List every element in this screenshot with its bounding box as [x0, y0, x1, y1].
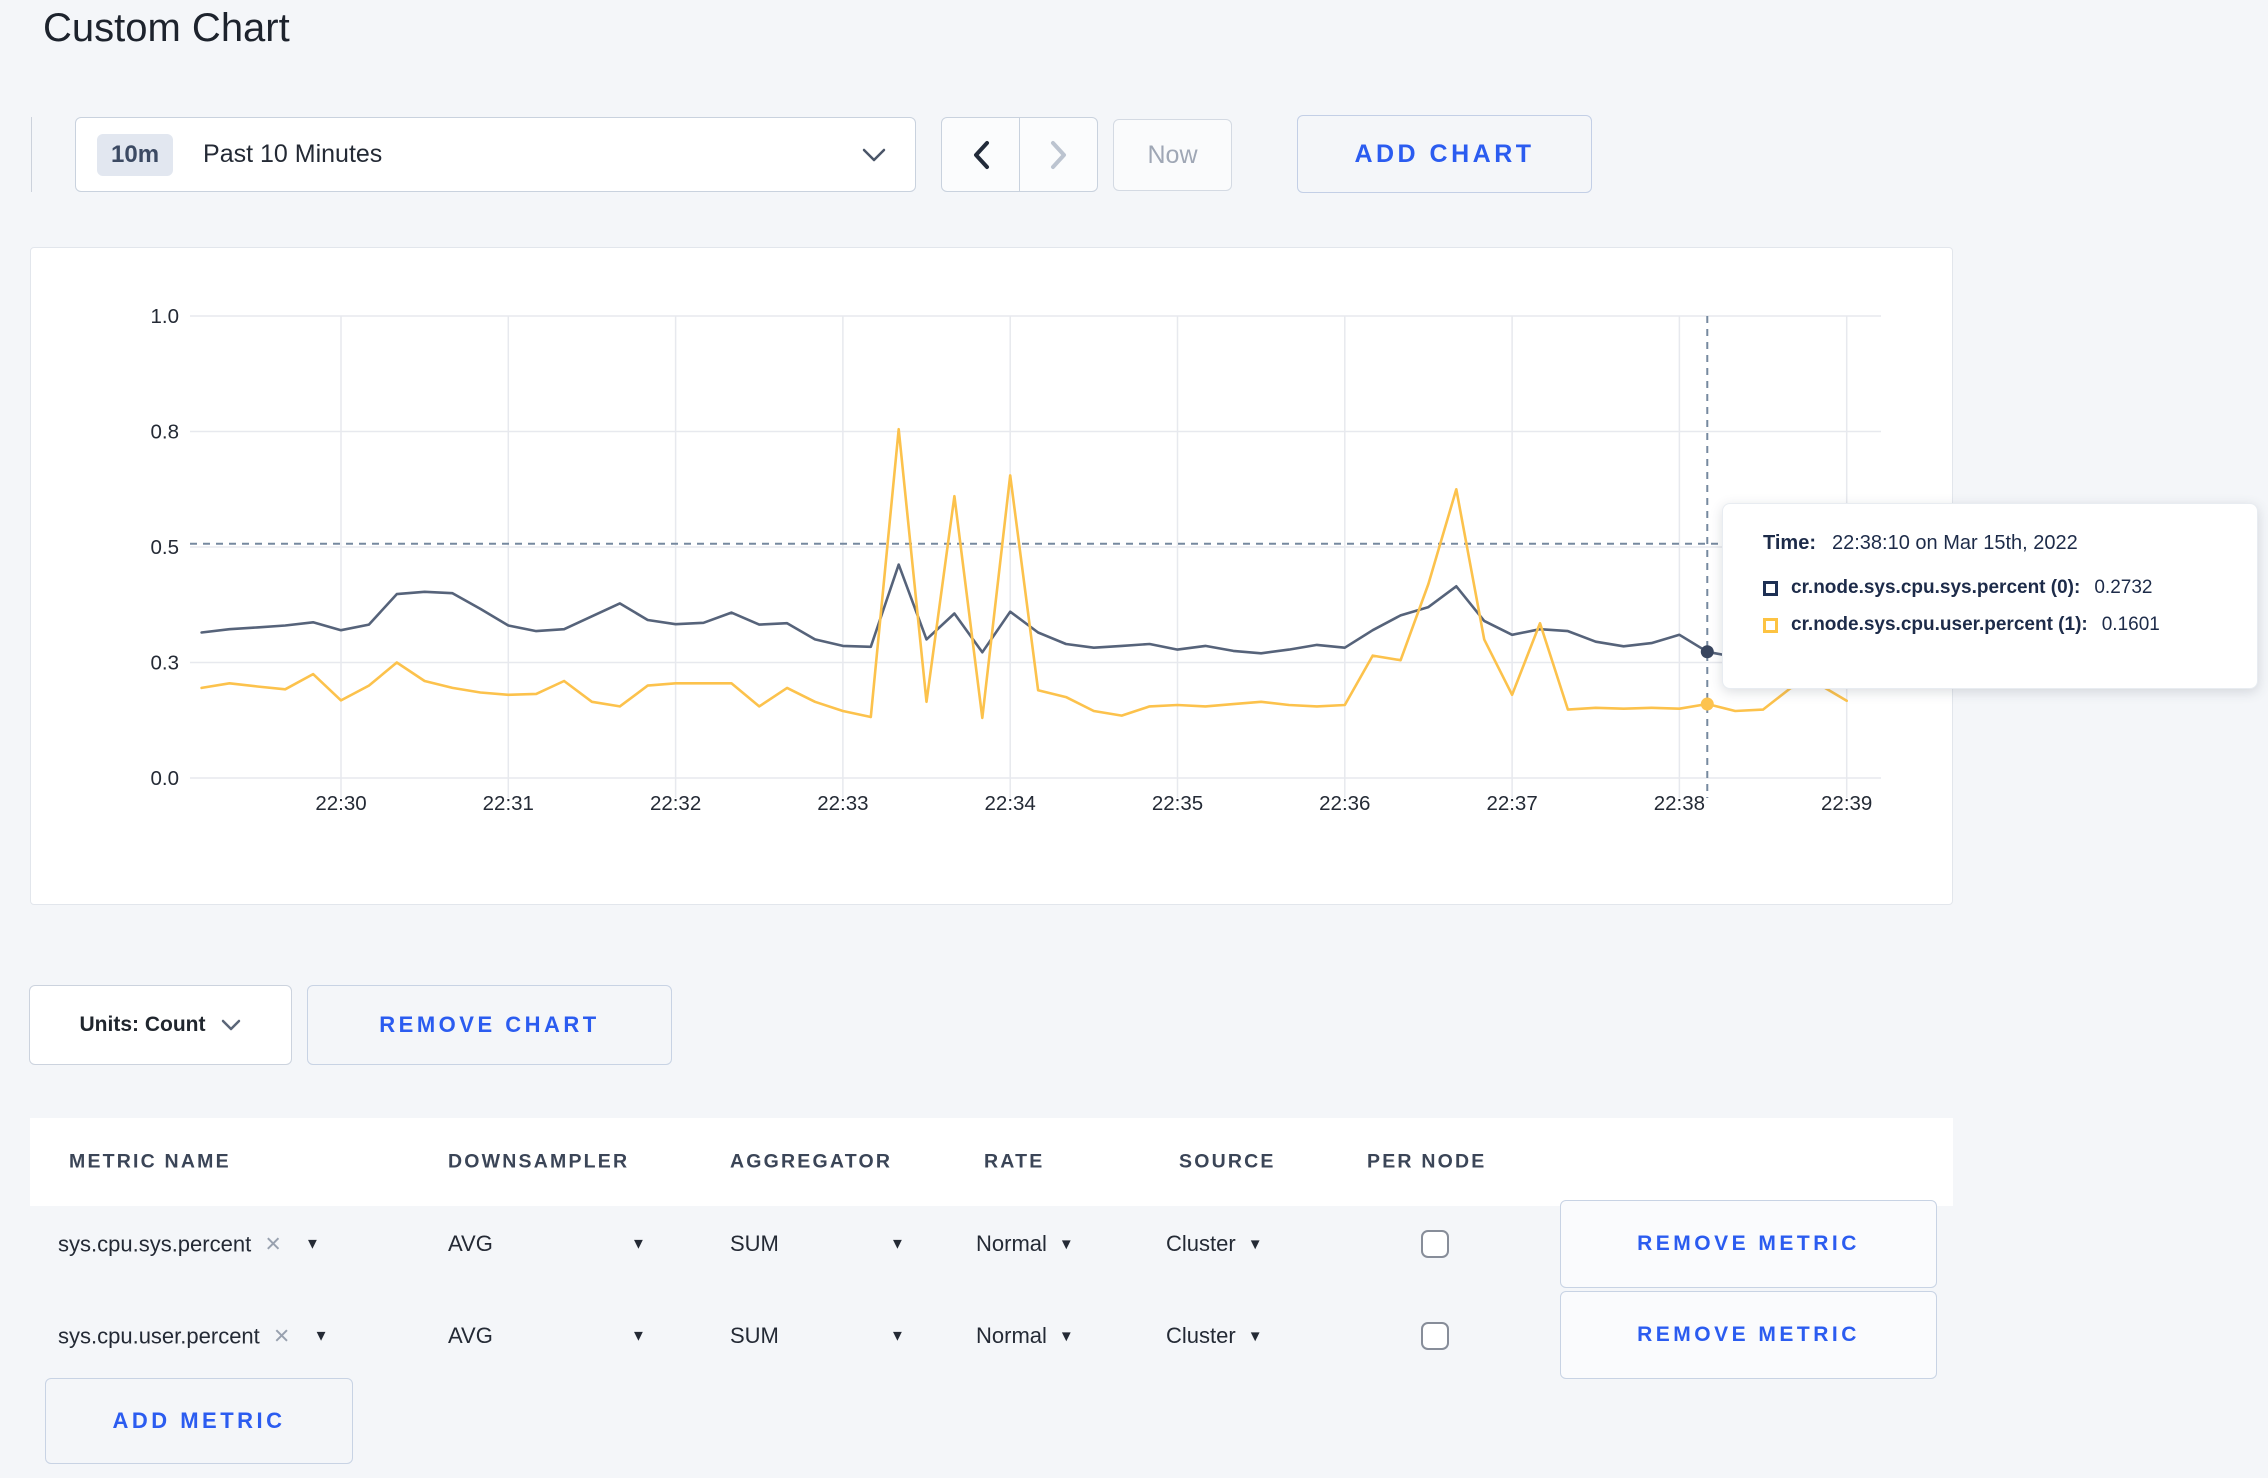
column-header-per-node: PER NODE: [1367, 1150, 1487, 1173]
tooltip-series-name: cr.node.sys.cpu.sys.percent (0):: [1791, 577, 2081, 598]
svg-text:0.0: 0.0: [151, 767, 180, 790]
caret-down-icon: ▼: [1058, 1235, 1074, 1253]
time-range-label: Past 10 Minutes: [203, 140, 383, 168]
svg-text:22:31: 22:31: [483, 792, 534, 815]
column-header-aggregator: AGGREGATOR: [730, 1150, 893, 1173]
series-swatch-user-icon: [1763, 617, 1778, 633]
svg-text:0.8: 0.8: [151, 421, 180, 444]
source-value: Cluster: [1166, 1231, 1236, 1256]
page-title: Custom Chart: [43, 6, 290, 50]
tooltip-time-label: Time:: [1763, 532, 1816, 554]
svg-text:0.3: 0.3: [151, 652, 180, 675]
add-metric-button[interactable]: ADD METRIC: [45, 1378, 353, 1464]
units-select[interactable]: Units: Count: [29, 985, 292, 1065]
svg-text:0.5: 0.5: [151, 536, 180, 559]
svg-text:22:34: 22:34: [985, 792, 1036, 815]
svg-text:22:35: 22:35: [1152, 792, 1203, 815]
metric-name-dropdown[interactable]: sys.cpu.sys.percent × ▼: [58, 1229, 320, 1260]
rate-select[interactable]: Normal ▼: [976, 1231, 1074, 1257]
svg-text:22:33: 22:33: [817, 792, 868, 815]
downsampler-select[interactable]: AVG: [448, 1323, 493, 1349]
chart-card: 22:30 22:31 22:32 22:33 22:34 22:35 22:36 22:37…: [30, 247, 1953, 905]
time-pager: [941, 117, 1098, 192]
series-swatch-sys-icon: [1763, 580, 1778, 596]
chevron-right-icon: [1050, 140, 1066, 169]
tooltip-series-row: cr.node.sys.cpu.sys.percent (0): 0.2732: [1763, 577, 2257, 599]
metric-name-value: sys.cpu.sys.percent: [58, 1231, 252, 1256]
chevron-down-icon: [222, 1019, 241, 1030]
column-header-source: SOURCE: [1179, 1150, 1276, 1173]
remove-metric-button[interactable]: REMOVE METRIC: [1560, 1291, 1937, 1379]
add-chart-button[interactable]: ADD CHART: [1297, 115, 1592, 193]
caret-down-icon[interactable]: ▼: [314, 1328, 329, 1345]
rate-value: Normal: [976, 1323, 1047, 1348]
remove-chart-button[interactable]: REMOVE CHART: [307, 985, 672, 1065]
tooltip-series-name: cr.node.sys.cpu.user.percent (1):: [1791, 614, 2088, 635]
rate-select[interactable]: Normal ▼: [976, 1323, 1074, 1349]
metric-name-dropdown[interactable]: sys.cpu.user.percent × ▼: [58, 1321, 328, 1352]
per-node-checkbox[interactable]: [1421, 1322, 1449, 1350]
chevron-down-icon: [862, 148, 886, 161]
downsampler-select[interactable]: AVG: [448, 1231, 493, 1257]
svg-text:22:37: 22:37: [1486, 792, 1537, 815]
tooltip-series-row: cr.node.sys.cpu.user.percent (1): 0.1601: [1763, 614, 2257, 636]
tooltip-series-value: 0.2732: [2094, 577, 2153, 598]
toolbar-divider: [31, 117, 32, 192]
svg-text:22:32: 22:32: [650, 792, 701, 815]
caret-down-icon: ▼: [1058, 1327, 1074, 1345]
svg-text:22:39: 22:39: [1821, 792, 1872, 815]
metric-name-value: sys.cpu.user.percent: [58, 1323, 260, 1348]
svg-text:22:30: 22:30: [315, 792, 366, 815]
svg-text:1.0: 1.0: [151, 305, 180, 328]
caret-down-icon[interactable]: ▼: [631, 1328, 646, 1345]
clear-metric-icon[interactable]: ×: [265, 1229, 281, 1260]
column-header-metric-name: METRIC NAME: [69, 1150, 231, 1173]
svg-text:22:38: 22:38: [1654, 792, 1705, 815]
per-node-checkbox[interactable]: [1421, 1230, 1449, 1258]
caret-down-icon[interactable]: ▼: [890, 1236, 905, 1253]
now-button[interactable]: Now: [1113, 119, 1232, 191]
tooltip-series-value: 0.1601: [2101, 614, 2160, 635]
source-select[interactable]: Cluster ▼: [1166, 1231, 1263, 1257]
time-range-select[interactable]: 10m Past 10 Minutes: [75, 117, 916, 192]
column-header-downsampler: DOWNSAMPLER: [448, 1150, 630, 1173]
caret-down-icon[interactable]: ▼: [305, 1236, 320, 1253]
caret-down-icon: ▼: [1247, 1327, 1263, 1345]
aggregator-select[interactable]: SUM: [730, 1231, 779, 1257]
chevron-left-icon: [973, 140, 989, 169]
next-time-button[interactable]: [1020, 118, 1097, 191]
caret-down-icon: ▼: [1247, 1235, 1263, 1253]
column-header-rate: RATE: [984, 1150, 1045, 1173]
remove-metric-button[interactable]: REMOVE METRIC: [1560, 1200, 1937, 1288]
caret-down-icon[interactable]: ▼: [631, 1236, 646, 1253]
tooltip-time-value: 22:38:10 on Mar 15th, 2022: [1831, 532, 2078, 554]
source-select[interactable]: Cluster ▼: [1166, 1323, 1263, 1349]
chart-tooltip: Time: 22:38:10 on Mar 15th, 2022 cr.node.…: [1722, 503, 2258, 689]
prev-time-button[interactable]: [942, 118, 1020, 191]
aggregator-select[interactable]: SUM: [730, 1323, 779, 1349]
clear-metric-icon[interactable]: ×: [274, 1321, 290, 1352]
metrics-table-header: METRIC NAME DOWNSAMPLER AGGREGATOR RATE …: [30, 1118, 1953, 1206]
units-label: Units: Count: [79, 1013, 206, 1036]
tooltip-time-row: Time: 22:38:10 on Mar 15th, 2022: [1763, 532, 2257, 555]
source-value: Cluster: [1166, 1323, 1236, 1348]
time-range-badge: 10m: [97, 133, 174, 176]
cpu-line-chart[interactable]: 22:30 22:31 22:32 22:33 22:34 22:35 22:36 22:37…: [31, 248, 1954, 906]
rate-value: Normal: [976, 1231, 1047, 1256]
svg-text:22:36: 22:36: [1319, 792, 1370, 815]
caret-down-icon[interactable]: ▼: [890, 1328, 905, 1345]
